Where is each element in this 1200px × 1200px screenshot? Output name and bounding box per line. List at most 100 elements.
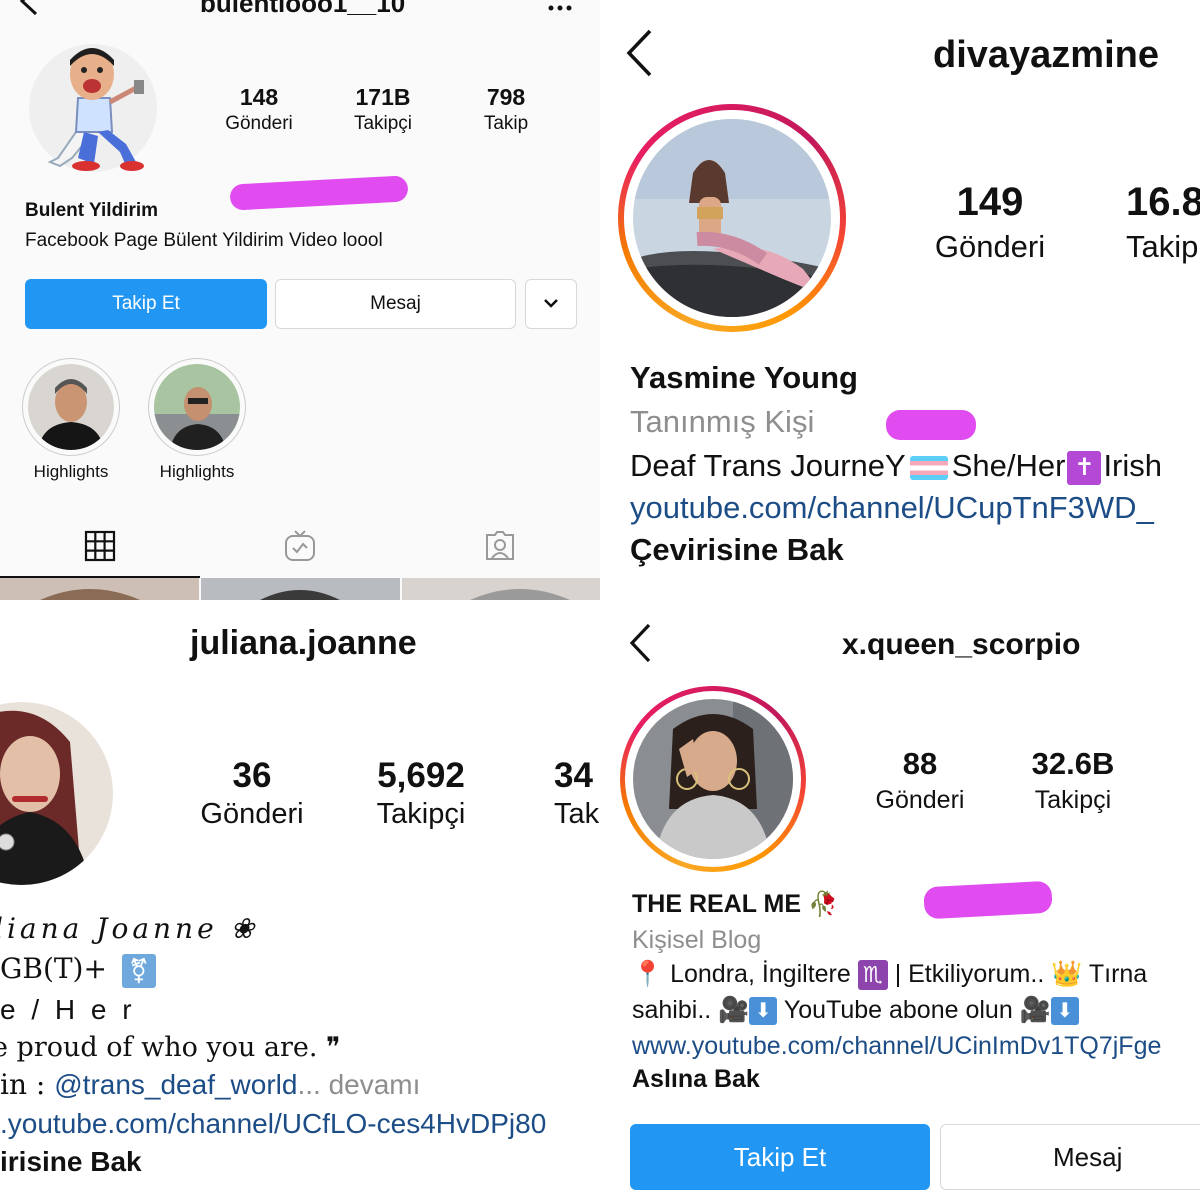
trans-flag-icon xyxy=(909,455,948,480)
profile-category: Kişisel Blog xyxy=(632,926,762,954)
stat-label: Takipçi xyxy=(376,798,466,830)
redaction-mark xyxy=(229,175,409,211)
profile-username: bulentlooo1__10 xyxy=(200,0,406,18)
profile-bio: Facebook Page Bülent Yildirim Video looo… xyxy=(25,230,383,251)
profile-name: Bulent Yildirim xyxy=(25,200,159,221)
stat-value: 5,692 xyxy=(377,756,465,795)
bio-text: sahibi.. xyxy=(632,996,712,1024)
stat-label: Gönderi xyxy=(875,786,965,814)
bio-pronouns: She/Her xyxy=(951,448,1066,483)
message-button[interactable]: Mesaj xyxy=(275,279,516,329)
profile-avatar[interactable] xyxy=(633,119,831,317)
story-highlight[interactable]: Highlights xyxy=(22,358,120,482)
stat-following[interactable]: 798 Takip xyxy=(458,84,554,135)
bio-quote-line: e proud of who you are. ❞ xyxy=(0,1032,341,1063)
see-translation-link[interactable]: irisine Bak xyxy=(0,1146,142,1178)
bio-text: Londra, İngiltere xyxy=(670,960,851,988)
see-original-link[interactable]: Aslına Bak xyxy=(632,1065,760,1094)
stat-label: Takipçi xyxy=(353,113,413,134)
highlight-label: Highlights xyxy=(159,462,235,481)
post-grid-strip xyxy=(0,578,600,600)
follow-button[interactable]: Takip Et xyxy=(630,1124,930,1190)
more-link[interactable]: ... devamı xyxy=(297,1069,420,1100)
movie-camera-icon: 🎥 xyxy=(1019,996,1051,1024)
profile-link[interactable]: youtube.com/channel/UCupTnF3WD_ xyxy=(630,490,1154,526)
bio-text: Tırna xyxy=(1088,960,1148,988)
stat-posts[interactable]: 148 Gönderi xyxy=(210,84,308,135)
stat-posts[interactable]: 36 Gönderi xyxy=(192,756,312,831)
stat-value: 171B xyxy=(355,84,411,110)
profile-link[interactable]: www.youtube.com/channel/UCinImDv1TQ7jFge xyxy=(632,1032,1161,1061)
stat-value: 798 xyxy=(486,84,526,110)
stat-posts[interactable]: 88 Gönderi xyxy=(866,746,974,815)
stat-followers[interactable]: 171B Takipçi xyxy=(333,84,433,135)
stat-label: Takipçi xyxy=(1034,786,1112,814)
bio-lgbt-line: GB(T)+ ⚧ xyxy=(0,952,156,988)
stat-label: Gönderi xyxy=(225,113,293,134)
profile-category: Tanınmış Kişi xyxy=(630,404,815,439)
back-icon[interactable] xyxy=(624,28,654,83)
bio-mention-line: in : @trans_deaf_world... devamı xyxy=(0,1068,420,1101)
stat-following-partial[interactable]: 16.8 Takip xyxy=(1126,180,1200,265)
bio-text: GB(T)+ xyxy=(0,952,107,985)
bio-text: | Etkiliyorum.. xyxy=(894,960,1045,988)
redaction-mark xyxy=(923,880,1053,920)
profile-panel-juliana: juliana.joanne 36 Gönderi 5,692 Takipçi … xyxy=(0,600,600,1200)
stat-following-partial[interactable]: 34 Tak xyxy=(554,756,600,831)
stat-value: 149 xyxy=(956,180,1024,224)
profile-name-text: THE REAL ME xyxy=(632,890,801,918)
back-icon[interactable] xyxy=(18,0,40,21)
profile-name: THE REAL ME 🥀 xyxy=(632,890,838,919)
profile-panel-queen-scorpio: x.queen_scorpio 88 Gönderi 32.6B Takipçi… xyxy=(600,600,1200,1200)
stat-label: Gönderi xyxy=(934,229,1046,264)
more-dots-icon[interactable] xyxy=(548,0,572,18)
grid-icon xyxy=(84,530,116,567)
chevron-down-icon xyxy=(543,295,559,313)
mention-link[interactable]: @trans_deaf_world xyxy=(54,1069,297,1100)
profile-username: divayazmine xyxy=(933,34,1159,76)
wilted-rose-icon: 🥀 xyxy=(807,891,838,918)
profile-avatar[interactable] xyxy=(0,702,113,885)
transgender-symbol-icon: ⚧ xyxy=(121,953,156,988)
bio-name-line: liana Joanne ❀ xyxy=(0,912,259,945)
profile-avatar[interactable] xyxy=(633,699,793,859)
message-button[interactable]: Mesaj xyxy=(940,1124,1200,1190)
profile-panel-divayazmine: divayazmine 149 Gönderi 16.8 Takip Yasmi… xyxy=(600,0,1200,600)
bio-pronouns-line: e / H e r xyxy=(0,994,136,1025)
back-icon[interactable] xyxy=(628,622,652,669)
stat-label: Gönderi xyxy=(200,798,304,830)
tab-igtv[interactable] xyxy=(200,520,400,576)
bio-line: 📍 Londra, İngiltere ♏ | Etkiliyorum.. 👑 … xyxy=(632,960,1148,991)
profile-panel-bulent: bulentlooo1__10 148 Gönderi 171B Takipçi… xyxy=(0,0,600,600)
story-highlight[interactable]: Highlights xyxy=(148,358,246,482)
highlight-cover-image xyxy=(28,364,114,450)
tab-posts-grid[interactable] xyxy=(0,520,200,578)
location-pin-icon: 📍 xyxy=(632,960,664,988)
stat-followers[interactable]: 32.6B Takipçi xyxy=(1018,746,1128,815)
see-translation-link[interactable]: Çevirisine Bak xyxy=(630,532,844,568)
down-arrow-icon: ⬇ xyxy=(749,997,778,1026)
suggestions-dropdown-button[interactable] xyxy=(525,279,577,329)
profile-bio: Deaf Trans JourneY She/Her ✝ Irish xyxy=(630,448,1162,485)
profile-username: juliana.joanne xyxy=(190,624,417,662)
stat-label: Takip xyxy=(1126,229,1199,264)
stat-followers[interactable]: 5,692 Takipçi xyxy=(356,756,486,831)
tagged-icon xyxy=(483,529,517,568)
profile-username: x.queen_scorpio xyxy=(842,628,1081,661)
scorpio-sign-icon: ♏ xyxy=(857,960,888,991)
profile-link[interactable]: .youtube.com/channel/UCfLO-ces4HvDPj80 xyxy=(0,1108,546,1140)
redaction-mark xyxy=(886,410,976,440)
bio-text: Irish xyxy=(1103,448,1163,483)
stat-posts[interactable]: 149 Gönderi xyxy=(918,180,1062,265)
profile-name: Yasmine Young xyxy=(630,360,858,395)
follow-button[interactable]: Takip Et xyxy=(25,279,267,329)
stat-value: 88 xyxy=(902,746,938,781)
person-sign-icon: ✝ xyxy=(1067,450,1102,485)
stat-value: 32.6B xyxy=(1031,746,1115,781)
bio-text: in : xyxy=(0,1068,55,1101)
stat-label: Tak xyxy=(554,798,600,830)
profile-avatar[interactable] xyxy=(28,40,158,175)
down-arrow-icon: ⬇ xyxy=(1050,997,1079,1026)
highlight-label: Highlights xyxy=(33,462,109,481)
tab-tagged[interactable] xyxy=(400,520,600,576)
